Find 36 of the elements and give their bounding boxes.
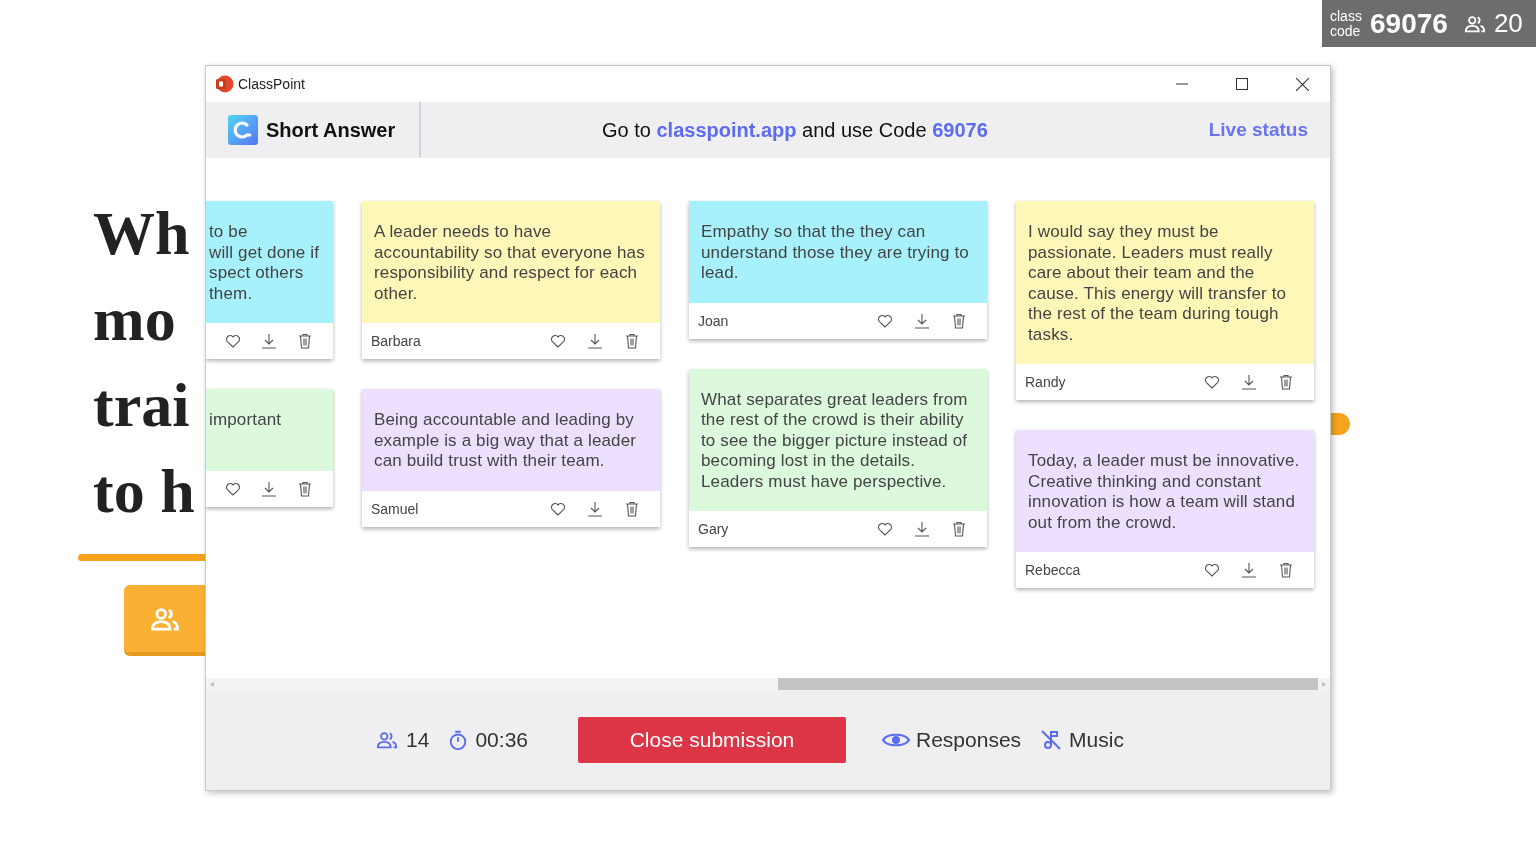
music-button[interactable]: Music [1039, 728, 1124, 752]
response-text: I would say they must be passionate. Leaders must really care about their team and the cause. This energy will transfer to the rest of the team during tough tasks. [1028, 222, 1288, 345]
slide-shape [1330, 413, 1350, 435]
author-name: Joan [698, 312, 729, 329]
slide-title-text: trai [93, 370, 191, 441]
response-text: Being accountable and leading by example is a big way that a leader can build trust with their team. [374, 410, 638, 472]
author-name: Randy [1025, 374, 1066, 390]
author-name: Rebecca [1025, 562, 1081, 578]
maximize-icon[interactable] [1236, 78, 1248, 90]
author-name: Barbara [371, 333, 421, 349]
app-logo-icon [214, 74, 234, 94]
class-code-label: class code [1330, 8, 1363, 39]
participant-count: 14 [406, 728, 430, 752]
timer: 00:36 [475, 728, 528, 752]
response-text: What separates great leaders from the rest of the crowd is their ability to see the bigger picture instead of becoming lost in the details. Leaders must have perspective. [701, 389, 969, 492]
window-title: ClassPoint [238, 76, 305, 92]
slide-title-text: Wh [93, 198, 191, 269]
slide-participants-button[interactable] [124, 585, 205, 656]
close-icon[interactable] [1295, 77, 1309, 91]
response-text: to be will get done if spect others them. [209, 222, 321, 304]
classpoint-logo-icon [228, 115, 258, 145]
response-text: important [209, 410, 283, 431]
join-instruction: Go to classpoint.app and use Code 69076 [601, 118, 988, 142]
author-name: Samuel [371, 500, 419, 517]
close-submission-button[interactable]: Close submission [578, 717, 846, 763]
author-name: Gary [698, 521, 729, 537]
responses-button[interactable]: Responses [882, 728, 1022, 752]
slide-title-text: to h [93, 456, 196, 527]
response-text: Today, a leader must be innovative. Creative thinking and constant innovation is how a team will stand out from the crowd. [1028, 451, 1301, 533]
activity-title: Short Answer [266, 118, 396, 142]
slide-title-text: mo [93, 284, 177, 355]
response-text: A leader needs to have accountability so that everyone has responsibility and respect for each other. [374, 222, 646, 304]
class-code: 69076 [1370, 7, 1448, 40]
participant-count: 20 [1493, 8, 1523, 39]
eye-icon [882, 731, 910, 749]
response-text: Empathy so that the they can understand those they are trying to lead. [701, 222, 970, 284]
